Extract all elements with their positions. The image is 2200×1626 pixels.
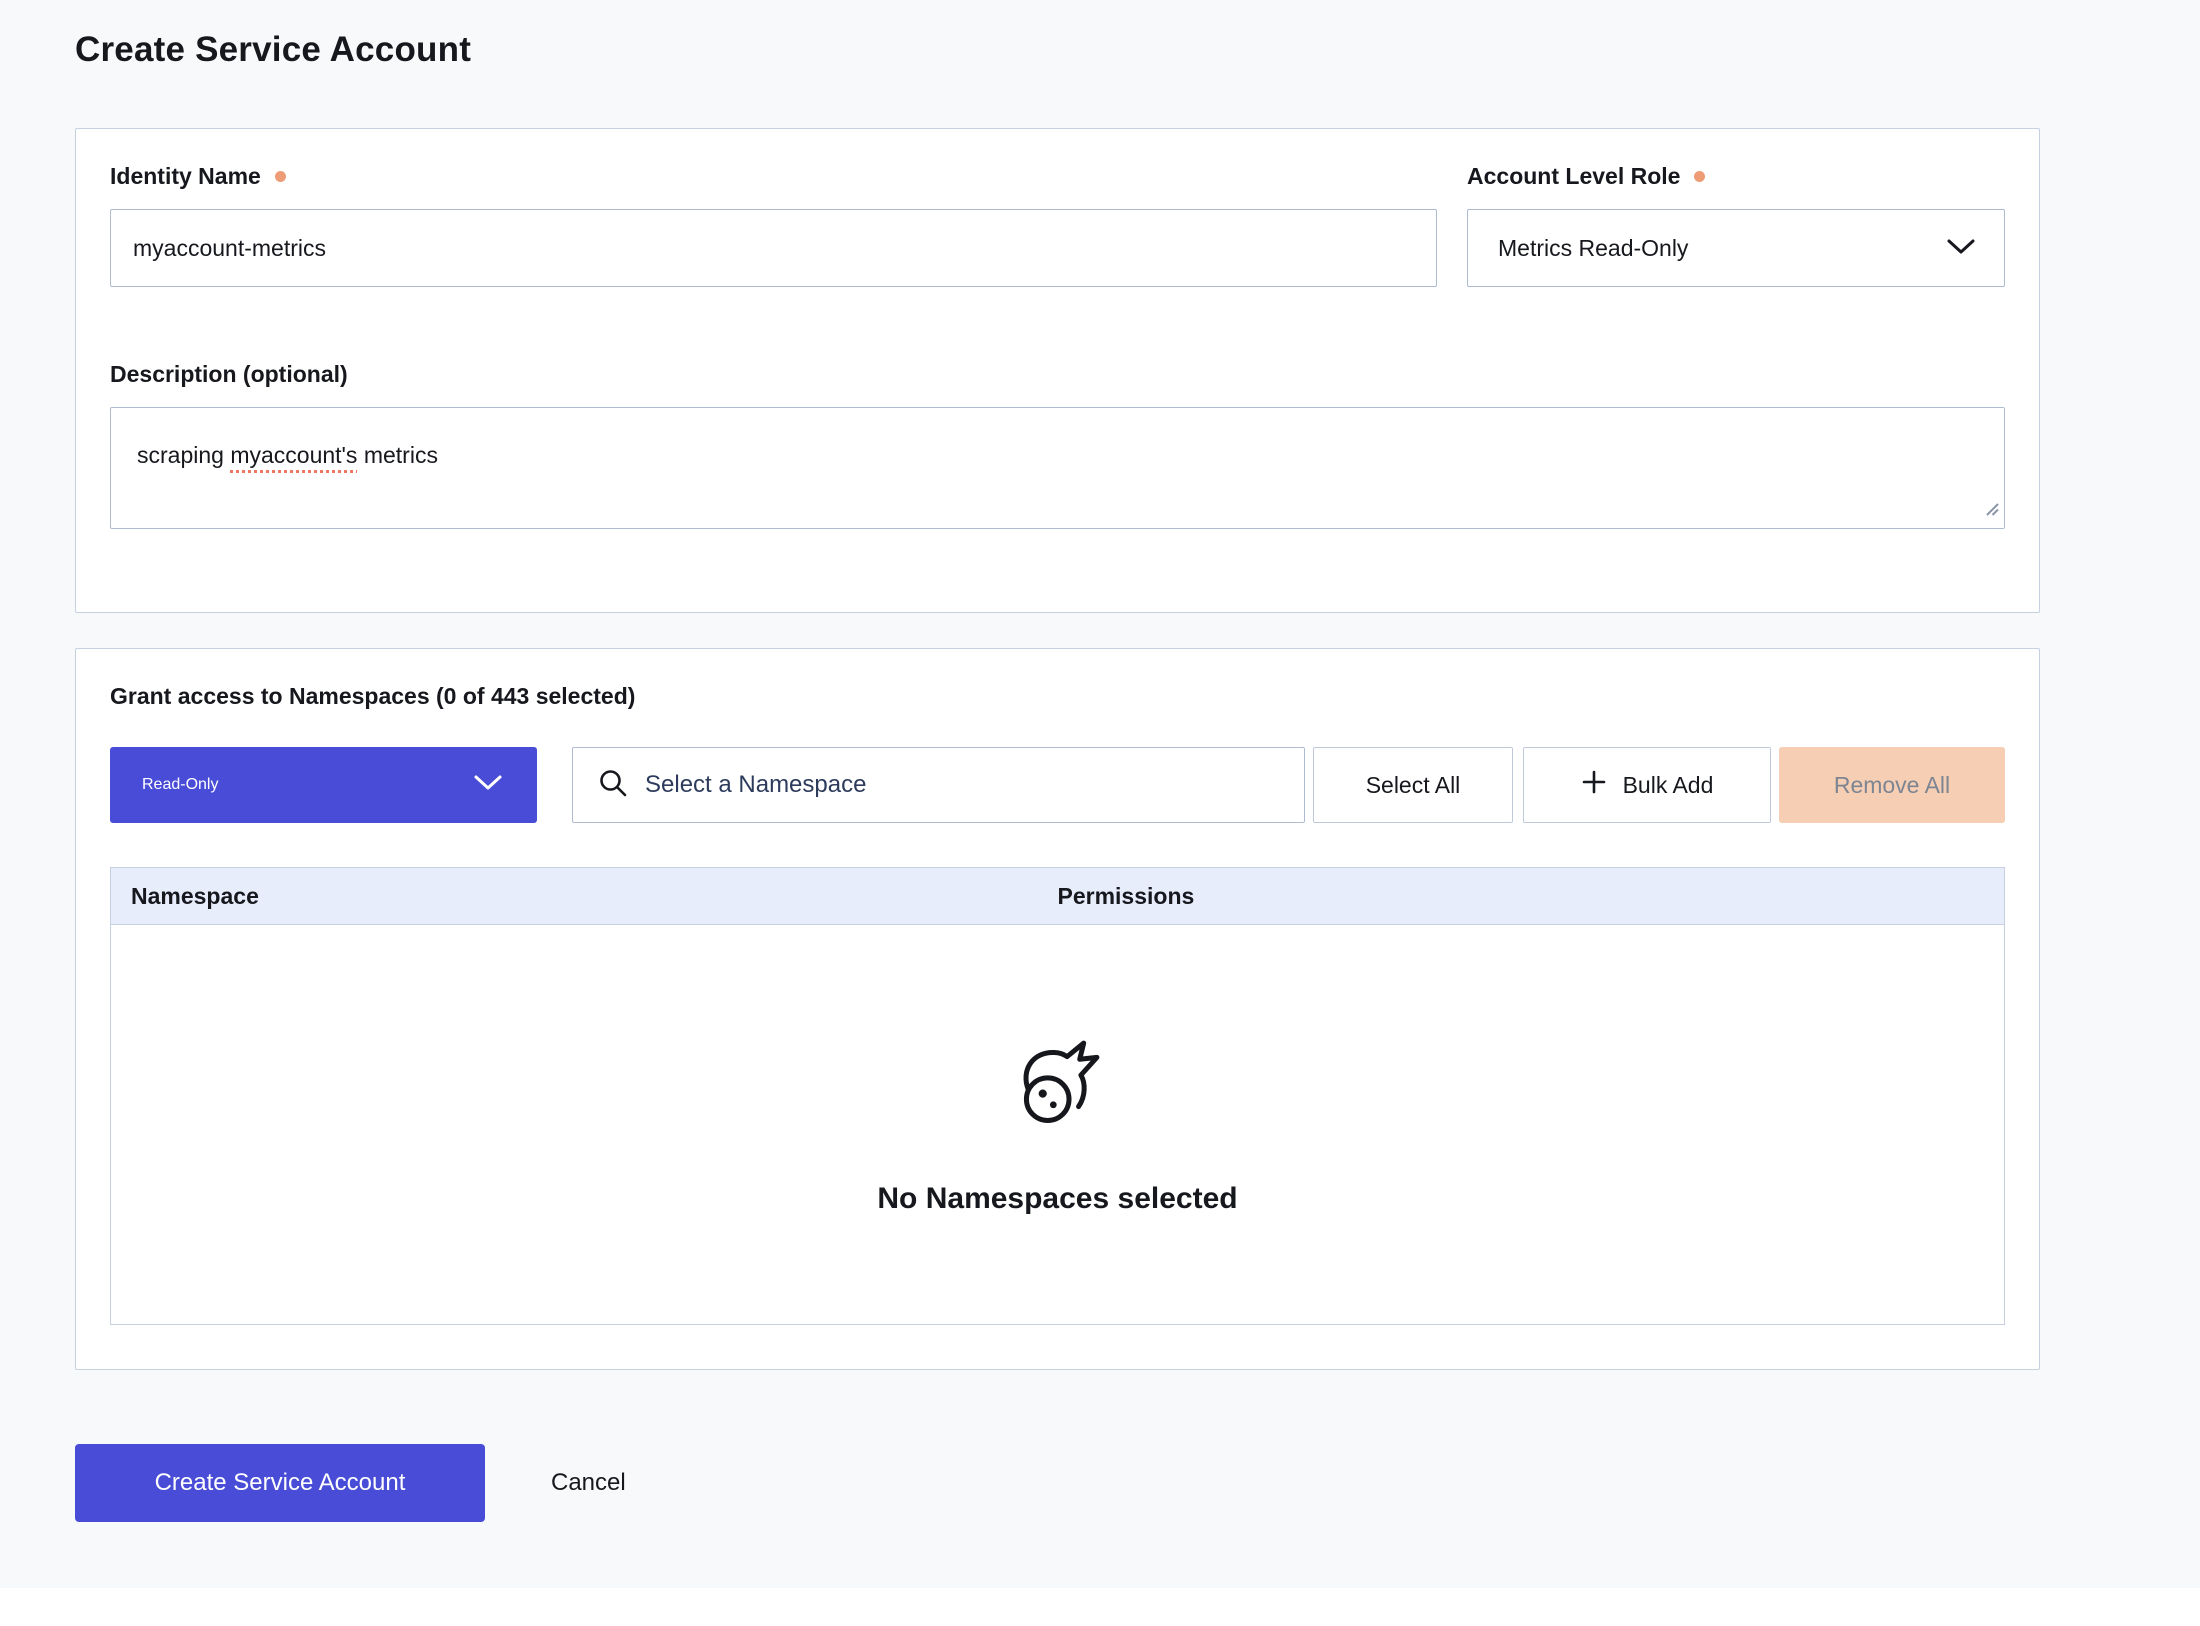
remove-all-label: Remove All [1834,772,1950,799]
remove-all-button[interactable]: Remove All [1779,747,2005,823]
description-label: Description (optional) [110,359,2005,389]
column-header-permissions: Permissions [1058,883,2005,910]
cancel-button[interactable]: Cancel [551,1469,626,1497]
namespace-table: Namespace Permissions No Namespaces sele… [110,867,2005,1325]
description-text-misspelled: myaccount's [230,442,357,468]
plus-icon [1581,769,1607,801]
footer-actions: Create Service Account Cancel [75,1444,2200,1522]
bulk-add-button[interactable]: Bulk Add [1523,747,1771,823]
account-level-role-label-text: Account Level Role [1467,161,1680,191]
description-text-after: metrics [357,442,438,468]
create-service-account-button[interactable]: Create Service Account [75,1444,485,1522]
namespace-toolbar: Read-Only Select All Bulk Add Remove All [110,747,2005,823]
description-textarea[interactable]: scraping myaccount's metrics [110,407,2005,529]
page-bottom-strip [0,1588,2200,1626]
description-text-before: scraping [137,442,230,468]
namespace-search-input[interactable] [645,771,1284,799]
permission-dropdown-value: Read-Only [142,776,218,794]
namespace-search[interactable] [572,747,1305,823]
search-icon [597,767,629,804]
identity-name-label: Identity Name [110,161,1437,191]
identity-card: Identity Name Account Level Role Metrics… [75,128,2040,613]
page-title: Create Service Account [75,26,2200,74]
required-dot-icon [275,171,286,182]
comet-icon [1011,1039,1105,1138]
column-header-namespace: Namespace [131,883,1058,910]
identity-name-input[interactable] [110,209,1437,287]
empty-state-message: No Namespaces selected [877,1182,1237,1216]
select-all-label: Select All [1366,772,1461,799]
description-label-text: Description (optional) [110,359,348,389]
resize-handle-icon[interactable] [1983,495,2001,525]
account-level-role-value: Metrics Read-Only [1498,235,1688,262]
account-level-role-select[interactable]: Metrics Read-Only [1467,209,2005,287]
account-level-role-label: Account Level Role [1467,161,2005,191]
namespace-section-heading: Grant access to Namespaces (0 of 443 sel… [110,681,2005,711]
namespace-table-body: No Namespaces selected [110,925,2005,1325]
permission-dropdown[interactable]: Read-Only [110,747,537,823]
required-dot-icon [1694,171,1705,182]
chevron-down-icon [473,774,503,797]
namespace-table-header: Namespace Permissions [110,867,2005,925]
bulk-add-label: Bulk Add [1623,772,1714,799]
chevron-down-icon [1946,235,1976,262]
identity-name-label-text: Identity Name [110,161,261,191]
namespace-card: Grant access to Namespaces (0 of 443 sel… [75,648,2040,1370]
select-all-button[interactable]: Select All [1313,747,1513,823]
